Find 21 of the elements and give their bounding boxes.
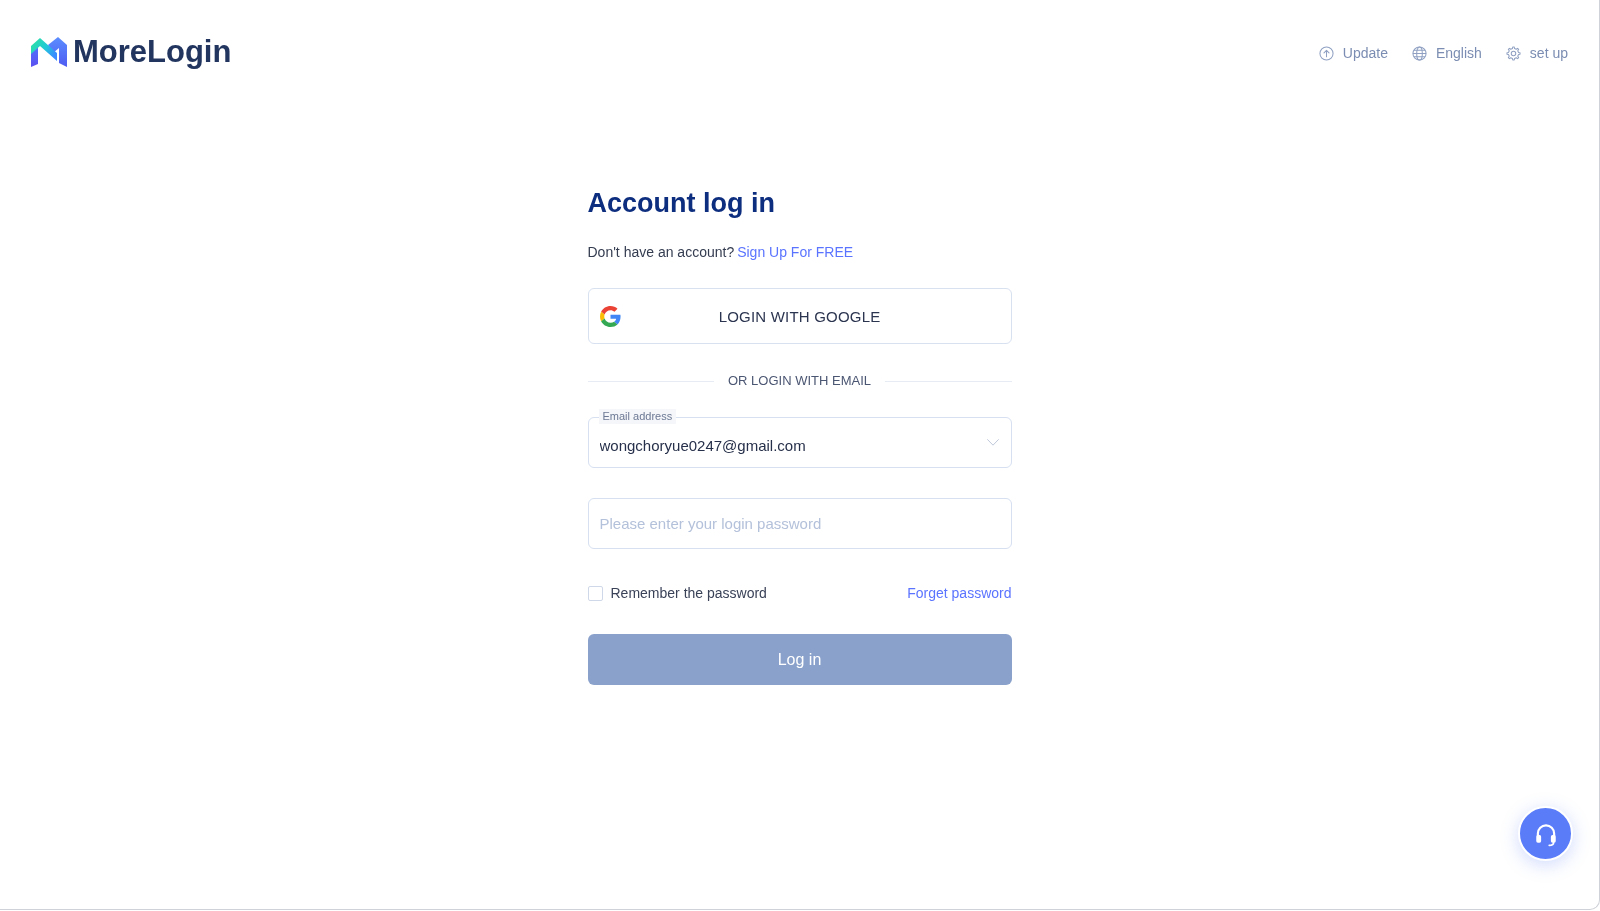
google-login-button[interactable]: LOGIN WITH GOOGLE bbox=[587, 288, 1012, 344]
support-button[interactable] bbox=[1518, 806, 1573, 861]
header-settings-button[interactable]: set up bbox=[1505, 44, 1568, 62]
chevron-down-icon[interactable] bbox=[986, 439, 999, 446]
header-language-button[interactable]: English bbox=[1411, 44, 1482, 62]
arrow-up-circle-icon bbox=[1318, 45, 1334, 61]
header-update-button[interactable]: Update bbox=[1318, 44, 1388, 62]
field-label: Email address bbox=[598, 409, 677, 424]
forgot-password-link[interactable]: Forget password bbox=[907, 583, 1012, 603]
signup-prompt: Don't have an account? Sign Up For FREE bbox=[587, 243, 855, 262]
g-logo-icon bbox=[599, 305, 621, 327]
globe-icon bbox=[1411, 45, 1427, 61]
checkbox[interactable] bbox=[587, 585, 603, 601]
checkbox-label[interactable]: Remember the password bbox=[610, 583, 767, 603]
page-title: Account log in bbox=[587, 187, 776, 220]
logo-text: MoreLogin bbox=[73, 34, 232, 70]
logo-icon bbox=[31, 37, 67, 67]
password-field[interactable]: Please enter your login password bbox=[587, 498, 1012, 549]
settings-icon bbox=[1505, 45, 1521, 61]
divider-text: OR LOGIN WITH EMAIL bbox=[728, 372, 871, 390]
signup-link[interactable]: Sign Up For FREE bbox=[737, 244, 854, 260]
